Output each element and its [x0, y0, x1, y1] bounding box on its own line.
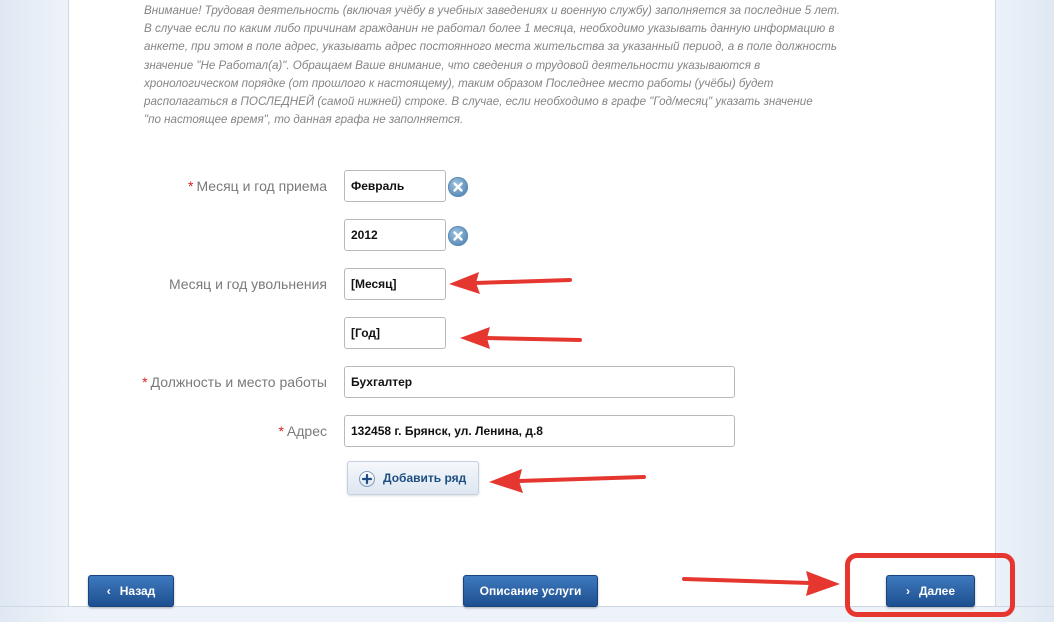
notice-line: анкете, при этом в поле адрес, указывать… — [144, 40, 837, 54]
address-field[interactable]: 132458 г. Брянск, ул. Ленина, д.8 — [344, 415, 735, 447]
address-label: * Адрес — [278, 423, 327, 439]
address-label-text: Адрес — [286, 423, 327, 439]
clear-hire-year-icon[interactable] — [448, 226, 468, 246]
notice-line: Внимание! Трудовая деятельность (включая… — [144, 4, 840, 17]
hire-date-label: * Месяц и год приема — [188, 178, 327, 194]
notice-line: В случае если по каким либо причинам гра… — [144, 22, 835, 36]
back-button[interactable]: ‹ Назад — [88, 575, 174, 607]
plus-icon — [359, 471, 375, 487]
position-label-text: Должность и место работы — [150, 374, 327, 390]
back-button-label: Назад — [119, 584, 156, 598]
notice-text: Внимание! Трудовая деятельность (включая… — [144, 2, 864, 129]
next-button-highlight — [845, 553, 1015, 617]
dismissal-date-label: Месяц и год увольнения — [168, 276, 327, 292]
hire-month-field[interactable]: Февраль — [344, 170, 446, 202]
notice-line: значение "Не Работал(а)". Обращаем Ваше … — [144, 58, 761, 72]
annotation-arrow-icon — [489, 469, 646, 493]
service-description-button[interactable]: Описание услуги — [463, 575, 598, 607]
add-row-button[interactable]: Добавить ряд — [347, 461, 479, 495]
annotation-arrow-icon — [460, 327, 582, 349]
position-label: * Должность и место работы — [142, 374, 327, 390]
clear-hire-month-icon[interactable] — [448, 177, 468, 197]
notice-line: хронологическом порядке (от прошлого к н… — [144, 76, 774, 90]
required-mark: * — [142, 374, 148, 390]
notice-line: "по настоящее время", то данная графа не… — [144, 113, 464, 127]
chevron-left-icon: ‹ — [106, 584, 111, 598]
dismissal-year-field[interactable]: [Год] — [344, 317, 446, 349]
notice-line: располагаться в ПОСЛЕДНЕЙ (самой нижней)… — [144, 95, 813, 109]
annotation-arrow-icon — [682, 571, 840, 596]
dismissal-month-field[interactable]: [Месяц] — [344, 268, 446, 300]
add-row-label: Добавить ряд — [383, 471, 467, 485]
hire-year-field[interactable]: 2012 — [344, 219, 446, 251]
annotation-arrow-icon — [449, 272, 572, 294]
position-field[interactable]: Бухгалтер — [344, 366, 735, 398]
required-mark: * — [278, 423, 284, 439]
required-mark: * — [188, 178, 194, 194]
hire-date-label-text: Месяц и год приема — [196, 178, 327, 194]
